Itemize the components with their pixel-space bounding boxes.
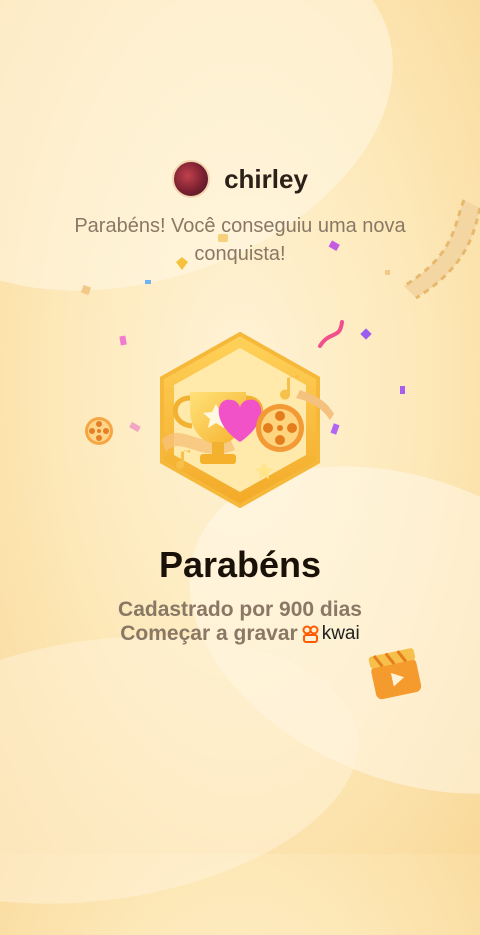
start-recording-label: Começar a gravar [120, 622, 298, 645]
clapperboard-icon [368, 648, 422, 700]
film-reel-icon [85, 417, 113, 445]
achievement-title: Parabéns [158, 544, 322, 585]
congrats-message: Parabéns! Você conseguiu uma nova conqui… [74, 215, 406, 265]
start-recording-link[interactable]: Começar a gravar kwai [0, 622, 480, 646]
kwai-logo-icon [302, 625, 319, 643]
achievement-subtitle: Cadastrado por 900 dias [118, 598, 362, 621]
user-header: chirley [0, 160, 480, 198]
kwai-wordmark: kwai [321, 623, 360, 644]
film-reel-icon [256, 404, 304, 452]
achievement-badge [160, 331, 334, 509]
username: chirley [224, 163, 308, 194]
kwai-logo: kwai [302, 623, 360, 645]
avatar[interactable] [172, 160, 211, 198]
